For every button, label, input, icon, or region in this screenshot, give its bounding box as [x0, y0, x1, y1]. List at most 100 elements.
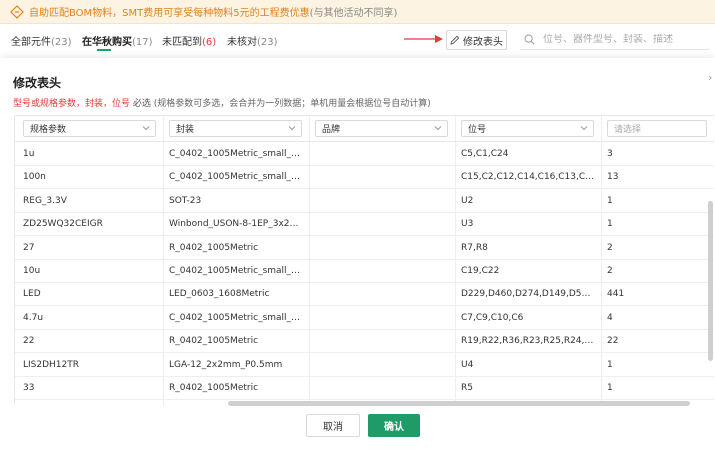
table-cell: R_0402_1005Metric: [169, 242, 259, 253]
table-cell: 13: [607, 172, 619, 183]
confirm-button[interactable]: 确认: [368, 414, 420, 437]
table-cell: LIS2DH12TR: [23, 359, 80, 370]
table-cell: R5: [461, 383, 473, 393]
table-cell: 1: [607, 383, 613, 393]
red-arrow-icon: [404, 35, 443, 43]
tab-label: 未匹配到: [162, 37, 202, 48]
table-cell: C7,C9,C10,C6: [461, 312, 524, 323]
column-select-2[interactable]: 封装: [169, 120, 302, 137]
tab-buy-huaqiu[interactable]: 在华秋购买(17): [82, 33, 153, 48]
table-row: 100n C_0402_1005Metric_small_pads C15,C2,C…: [15, 166, 714, 190]
hint-tail: (规格参数可多选，会合并为一列数据；单机用量会根据位号自动计算): [153, 99, 431, 109]
tab-count: (17): [132, 37, 153, 48]
table-cell: Winbond_USON-8-1EP_3x2m···: [169, 219, 303, 230]
search-icon: [524, 34, 535, 45]
table-cell: 1: [607, 359, 613, 370]
tab-label: 在华秋购买: [82, 37, 132, 48]
column-header-row: 规格参数 封装 品牌 位号 请选择: [15, 116, 714, 142]
table-cell: C15,C2,C12,C14,C16,C13,C17,···: [461, 172, 595, 183]
table-cell: 2: [607, 242, 613, 253]
tab-unmatched[interactable]: 未匹配到(6): [162, 33, 216, 48]
table-cell: 27: [23, 242, 35, 253]
table-cell: REG_3.3V: [23, 195, 67, 206]
table-cell: LED: [23, 289, 41, 300]
table-cell: U2: [461, 195, 474, 206]
table-cell: ZD25WQ32CEIGR: [23, 219, 103, 230]
table-row: 10u C_0402_1005Metric_small_pads C19,C22 2: [15, 260, 714, 283]
dialog-hint: 型号或规格参数，封装，位号 必选 (规格参数可多选，会合并为一列数据；单机用量会…: [13, 96, 431, 109]
table-cell: C_0402_1005Metric_small_pads: [169, 149, 303, 159]
table-cell: SOT-23: [169, 195, 202, 206]
column-select-value: 封装: [176, 125, 195, 135]
table-cell: U4: [461, 359, 474, 370]
table-cell: 441: [607, 289, 625, 300]
table-row: LIS2DH12TR LGA-12_2x2mm_P0.5mm U4 1: [15, 354, 714, 377]
edit-header-dialog: 修改表头 › 型号或规格参数，封装，位号 必选 (规格参数可多选，会合并为一列数…: [0, 58, 715, 451]
tab-all[interactable]: 全部元件(23): [11, 33, 72, 48]
hint-required: 型号或规格参数，封装，位号: [13, 99, 131, 109]
table-cell: R_0402_1005Metric: [169, 383, 259, 393]
hint-must: 必选: [132, 99, 151, 109]
tab-label: 未核对: [227, 37, 257, 48]
tab-count: (23): [257, 37, 278, 48]
active-tab-indicator: [97, 49, 111, 51]
table-row: ZD25WQ32CEIGR Winbond_USON-8-1EP_3x2m··· U…: [15, 213, 714, 237]
column-select-value: 规格参数: [30, 125, 67, 135]
table-cell: LGA-12_2x2mm_P0.5mm: [169, 359, 283, 370]
column-select-4[interactable]: 位号: [461, 120, 594, 137]
horizontal-scrollbar[interactable]: [228, 401, 690, 406]
column-select-1[interactable]: 规格参数: [23, 120, 156, 137]
banner-text: 自助匹配BOM物料，SMT费用可享受每种物料5元的工程费优惠: [29, 8, 310, 19]
pencil-icon: [450, 35, 460, 45]
table-cell: D229,D460,D274,D149,D514,D···: [461, 289, 595, 300]
search-box: [520, 30, 710, 50]
edit-header-label: 修改表头: [463, 36, 503, 48]
table-cell: 10u: [23, 266, 41, 276]
chevron-down-icon: [288, 126, 296, 131]
table-cell: LED_0603_1608Metric: [169, 289, 270, 300]
table-cell: R_0402_1005Metric: [169, 336, 259, 347]
column-select-value: 品牌: [322, 125, 341, 135]
table-cell: 33: [23, 383, 35, 393]
table-cell: 3: [607, 149, 613, 159]
banner-note: (与其他活动不同享): [309, 8, 398, 19]
table-cell: 4: [607, 312, 613, 323]
chevron-down-icon: [434, 126, 442, 131]
column-select-5[interactable]: 请选择: [607, 120, 707, 137]
cancel-button[interactable]: 取消: [306, 414, 360, 437]
table-cell: C_0402_1005Metric_small_pads: [169, 172, 303, 183]
table-row: 4.7u C_0402_1005Metric_small_pads C7,C9,C1…: [15, 307, 714, 330]
table-cell: C19,C22: [461, 266, 500, 276]
edit-header-button[interactable]: 修改表头: [446, 30, 507, 50]
table-row: LED LED_0603_1608Metric D229,D460,D274,D14…: [15, 283, 714, 307]
tab-count: (6): [202, 37, 217, 48]
dialog-title: 修改表头: [13, 76, 62, 90]
column-select-placeholder: 请选择: [614, 125, 642, 135]
search-input[interactable]: [543, 34, 703, 45]
header-mapping-table: 规格参数 封装 品牌 位号 请选择 1u C_0402_1005Metric_sm…: [14, 115, 714, 405]
table-cell: 22: [23, 336, 35, 347]
promo-banner: 自助匹配BOM物料，SMT费用可享受每种物料5元的工程费优惠 (与其他活动不同享…: [0, 0, 715, 24]
close-icon[interactable]: ›: [708, 71, 712, 84]
table-row: 22 R_0402_1005Metric R19,R22,R36,R23,R25,R…: [15, 330, 714, 354]
table-row: 27 R_0402_1005Metric R7,R8 2: [15, 237, 714, 260]
table-cell: R19,R22,R36,R23,R25,R24,R34,···: [461, 336, 595, 347]
table-row: REG_3.3V SOT-23 U2 1: [15, 190, 714, 213]
table-cell: 2: [607, 266, 613, 276]
table-cell: 1: [607, 219, 613, 230]
table-cell: 100n: [23, 172, 46, 183]
table-cell: C5,C1,C24: [461, 149, 509, 159]
chevron-down-icon: [580, 126, 588, 131]
table-row: 33 R_0402_1005Metric R5 1: [15, 377, 714, 400]
chevron-down-icon: [142, 126, 150, 131]
table-cell: R7,R8: [461, 242, 488, 253]
column-select-3[interactable]: 品牌: [315, 120, 448, 137]
table-cell: C_0402_1005Metric_small_pads: [169, 312, 303, 323]
table-row: 1u C_0402_1005Metric_small_pads C5,C1,C24 3: [15, 143, 714, 166]
tab-unchecked[interactable]: 未核对(23): [227, 33, 278, 48]
coupon-icon: [10, 4, 24, 19]
tab-label: 全部元件: [11, 37, 51, 48]
table-cell: C_0402_1005Metric_small_pads: [169, 266, 303, 276]
vertical-scrollbar[interactable]: [708, 201, 713, 361]
table-cell: 1: [607, 195, 613, 206]
